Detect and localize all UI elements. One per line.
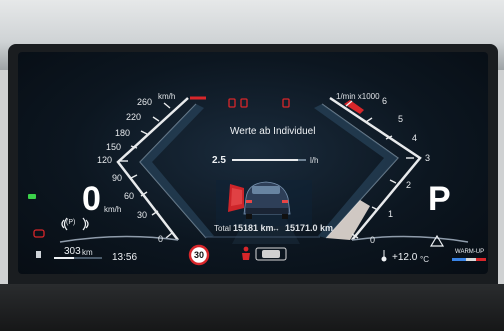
warmup-bar-hot <box>476 258 486 261</box>
headlight-green-icon <box>28 194 36 199</box>
clock-time: 13:56 <box>112 252 138 263</box>
rpm-tick-2: 2 <box>406 180 412 190</box>
speed-tick-180: 180 <box>115 128 131 138</box>
speed-tick-150: 150 <box>106 142 122 152</box>
warning-icons-top <box>228 98 290 108</box>
speed-tick-60: 60 <box>124 191 135 201</box>
outside-temperature: +12.0 <box>392 252 418 263</box>
speed-tick-0: 0 <box>158 234 164 244</box>
tpms-label: (P) <box>66 219 76 226</box>
fuel-pump-icon <box>36 251 41 258</box>
warmup-bar-mid <box>466 258 476 261</box>
warmup-bar-cold <box>452 258 466 261</box>
rpm-tick-6: 6 <box>382 96 388 106</box>
consumption-unit: l/h <box>310 156 319 165</box>
parking-assist-icon <box>255 247 287 261</box>
gear-indicator: P <box>428 180 451 218</box>
rpm-tick-4: 4 <box>412 133 418 143</box>
speed-tick-260: 260 <box>137 97 153 107</box>
rpm-tick-3: 3 <box>425 153 431 163</box>
speed-tick-90: 90 <box>112 173 123 183</box>
total-label: Total <box>214 224 231 233</box>
trip-odometer: 15171.0 km <box>285 223 334 233</box>
seatbelt-warning-icon <box>242 246 250 260</box>
rpm-unit-label: 1/min x1000 <box>336 92 380 101</box>
gauge-graphics <box>28 96 486 266</box>
rpm-tick-0: 0 <box>370 235 376 245</box>
rpm-tick-5: 5 <box>398 114 404 124</box>
temperature-unit: °C <box>420 255 429 264</box>
speedometer-glow <box>140 104 214 238</box>
tachometer-red-zone <box>344 100 364 114</box>
center-title: Werte ab Individuel <box>230 126 316 137</box>
consumption-value: 2.5 <box>212 155 226 166</box>
rpm-tick-1: 1 <box>388 209 394 219</box>
speed-tick-220: 220 <box>126 112 142 122</box>
speed-tick-30: 30 <box>137 210 148 220</box>
speed-unit-label: km/h <box>158 92 176 101</box>
eco-indicator-icon <box>33 229 45 238</box>
current-speed: 0 <box>82 180 101 218</box>
speed-limit-value: 30 <box>193 250 204 260</box>
range-value: 303 <box>64 246 81 257</box>
trip-icon: ↔ <box>272 224 280 233</box>
thermometer-icon <box>381 250 387 262</box>
total-odometer: 15181 km <box>233 223 274 233</box>
speed-tick-120: 120 <box>97 155 113 165</box>
current-speed-unit: km/h <box>104 205 122 214</box>
range-unit: km <box>82 248 93 257</box>
warmup-label: WARM-UP <box>455 249 485 255</box>
